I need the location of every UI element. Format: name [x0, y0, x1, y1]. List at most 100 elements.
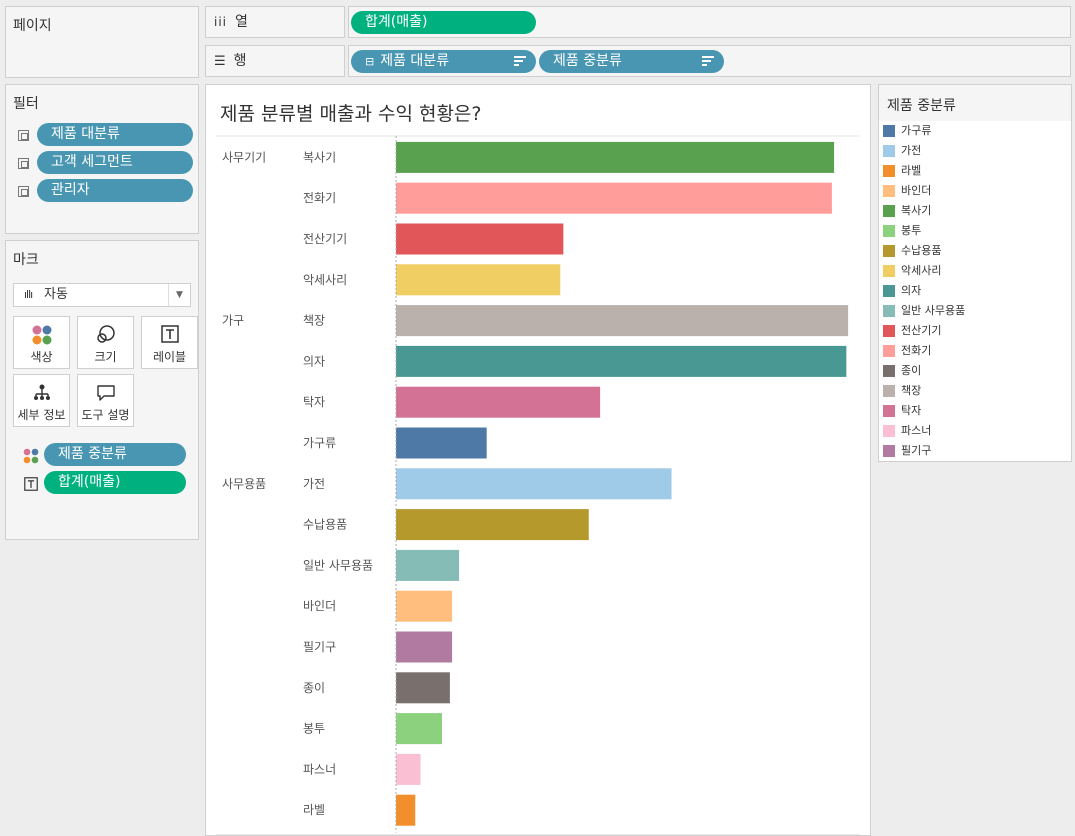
- rows-pill-category[interactable]: ⊟ 제품 대분류: [351, 50, 536, 73]
- filters-card[interactable]: 필터 제품 대분류 고객 세그먼트 관리자: [5, 84, 199, 234]
- legend-swatch: [883, 125, 895, 137]
- marks-pill-sum-sales[interactable]: 합계(매출): [44, 471, 186, 494]
- bar[interactable]: [396, 264, 561, 296]
- legend-swatch: [883, 205, 895, 217]
- subcategory-label: 필기구: [303, 640, 336, 654]
- chevron-down-icon: ▼: [168, 284, 190, 306]
- filter-pill-category[interactable]: 제품 대분류: [37, 123, 193, 146]
- legend-item[interactable]: 종이: [879, 361, 1071, 381]
- rows-drop-zone[interactable]: ⊟ 제품 대분류 제품 중분류: [348, 45, 1071, 77]
- legend-item[interactable]: 책장: [879, 381, 1071, 401]
- rows-pill-subcategory[interactable]: 제품 중분류: [539, 50, 724, 73]
- legend-item[interactable]: 악세사리: [879, 261, 1071, 281]
- legend-swatch: [883, 165, 895, 177]
- bar[interactable]: [396, 631, 453, 663]
- filter-icon: [18, 130, 29, 141]
- legend-label: 책장: [901, 384, 922, 397]
- legend-swatch: [883, 145, 895, 157]
- sort-icon[interactable]: [514, 56, 526, 67]
- legend-swatch: [883, 225, 895, 237]
- marks-title: 마크: [13, 252, 39, 268]
- bar[interactable]: [396, 427, 487, 459]
- filter-pill-manager[interactable]: 관리자: [37, 179, 193, 202]
- bar[interactable]: [396, 223, 564, 255]
- legend-label: 필기구: [901, 444, 932, 457]
- legend-swatch: [883, 365, 895, 377]
- pages-card[interactable]: 페이지: [5, 6, 199, 78]
- label-button[interactable]: 레이블: [141, 316, 198, 369]
- rows-shelf-label: ☰ 행: [205, 45, 345, 77]
- subcategory-label: 가전: [303, 477, 325, 491]
- filter-pill-segment[interactable]: 고객 세그먼트: [37, 151, 193, 174]
- legend-swatch: [883, 345, 895, 357]
- marks-card: 마크 ıllı 자동 ▼ 색상 크기 레이블 세부 정보 도구 설명 제품 중분…: [5, 240, 199, 540]
- rows-shelf: ☰ 행 ⊟ 제품 대분류 제품 중분류: [205, 45, 1071, 77]
- color-button[interactable]: 색상: [13, 316, 70, 369]
- legend-item[interactable]: 파스너: [879, 421, 1071, 441]
- legend-label: 파스너: [901, 424, 932, 437]
- legend-swatch: [883, 405, 895, 417]
- legend-label: 가구류: [901, 124, 932, 137]
- subcategory-label: 종이: [303, 681, 325, 695]
- legend-card[interactable]: 제품 중분류 가구류 가전 라벨 바인더 복사기 봉투 수납용품 악세사리 의자 일반 사무용품 전…: [878, 84, 1072, 462]
- legend-item[interactable]: 봉투: [879, 221, 1071, 241]
- category-label: 사무기기: [222, 150, 266, 164]
- bar[interactable]: [396, 345, 847, 377]
- sort-icon[interactable]: [702, 56, 714, 67]
- detail-button[interactable]: 세부 정보: [13, 374, 70, 427]
- subcategory-label: 복사기: [303, 150, 336, 164]
- tooltip-button[interactable]: 도구 설명: [77, 374, 134, 427]
- subcategory-label: 바인더: [303, 599, 336, 613]
- subcategory-label: 수납용품: [303, 518, 347, 532]
- legend-item[interactable]: 탁자: [879, 401, 1071, 421]
- pages-title: 페이지: [13, 18, 52, 34]
- legend-item[interactable]: 라벨: [879, 161, 1071, 181]
- legend-item[interactable]: 일반 사무용품: [879, 301, 1071, 321]
- legend-item[interactable]: 필기구: [879, 441, 1071, 461]
- legend-item[interactable]: 바인더: [879, 181, 1071, 201]
- text-icon: [161, 325, 179, 343]
- legend-item[interactable]: 복사기: [879, 201, 1071, 221]
- bar[interactable]: [396, 468, 672, 500]
- legend-item[interactable]: 전산기기: [879, 321, 1071, 341]
- columns-drop-zone[interactable]: 합계(매출): [348, 6, 1071, 38]
- bar[interactable]: [396, 386, 601, 418]
- legend-item[interactable]: 의자: [879, 281, 1071, 301]
- bar[interactable]: [396, 509, 589, 541]
- category-label: 가구: [222, 314, 244, 328]
- size-button[interactable]: 크기: [77, 316, 134, 369]
- legend-label: 의자: [901, 284, 922, 297]
- subcategory-label: 전화기: [303, 191, 336, 205]
- legend-item[interactable]: 수납용품: [879, 241, 1071, 261]
- rows-icon: ☰: [214, 54, 226, 69]
- bar[interactable]: [396, 141, 835, 173]
- marks-pill-subcategory[interactable]: 제품 중분류: [44, 443, 186, 466]
- text-icon: [24, 477, 38, 491]
- bar[interactable]: [396, 182, 832, 214]
- legend-item[interactable]: 전화기: [879, 341, 1071, 361]
- legend-label: 봉투: [901, 224, 922, 237]
- bar[interactable]: [396, 549, 460, 581]
- bar[interactable]: [396, 753, 421, 785]
- legend-item[interactable]: 가구류: [879, 121, 1071, 141]
- chart-area: 제품 분류별 매출과 수익 현황은? 사무기기 복사기 전화기 전산기기 악세사리 가구 책…: [205, 84, 871, 836]
- subcategory-label: 파스너: [303, 762, 336, 776]
- bar-chart-icon: ıllı: [24, 288, 33, 301]
- chart-title: 제품 분류별 매출과 수익 현황은?: [220, 103, 482, 125]
- bar[interactable]: [396, 713, 442, 745]
- legend-label: 바인더: [901, 184, 932, 197]
- legend-label: 전산기기: [901, 324, 942, 337]
- filter-icon: [18, 158, 29, 169]
- bar[interactable]: [396, 672, 450, 704]
- legend-list: 가구류가전라벨바인더복사기봉투수납용품 악세사리의자일반 사무용품전산기기전화기 종…: [879, 121, 1071, 461]
- mark-type-dropdown[interactable]: ıllı 자동 ▼: [13, 283, 191, 307]
- collapse-icon[interactable]: ⊟: [365, 55, 374, 68]
- subcategory-label: 봉투: [303, 722, 325, 736]
- bar[interactable]: [396, 794, 416, 826]
- legend-swatch: [883, 305, 895, 317]
- legend-label: 가전: [901, 144, 922, 157]
- bar[interactable]: [396, 305, 849, 337]
- bar[interactable]: [396, 590, 453, 622]
- legend-item[interactable]: 가전: [879, 141, 1071, 161]
- columns-pill-sum-sales[interactable]: 합계(매출): [351, 11, 536, 34]
